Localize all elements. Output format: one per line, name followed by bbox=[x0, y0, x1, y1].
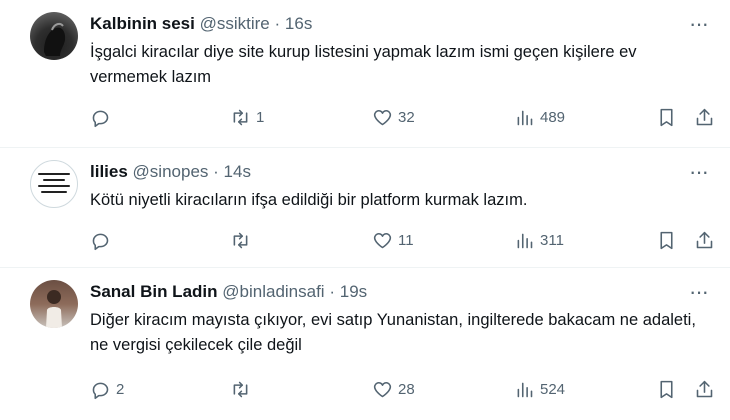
heart-icon bbox=[373, 381, 392, 397]
more-icon[interactable]: ··· bbox=[689, 13, 709, 35]
timestamp[interactable]: 19s bbox=[340, 282, 367, 301]
views-icon bbox=[517, 110, 533, 125]
avatar[interactable] bbox=[30, 12, 78, 60]
share-button[interactable] bbox=[694, 106, 715, 128]
share-button[interactable] bbox=[694, 229, 715, 251]
action-bar: 2 28 524 bbox=[90, 378, 720, 400]
tweet-text: Kötü niyetli kiracıların ifşa edildiği b… bbox=[90, 191, 528, 209]
separator-dot: · bbox=[274, 14, 281, 33]
bookmark-icon bbox=[660, 231, 673, 249]
share-icon bbox=[696, 231, 713, 248]
view-count: 311 bbox=[540, 231, 564, 249]
user-handle[interactable]: @sinopes bbox=[133, 162, 209, 181]
separator-dot: · bbox=[329, 282, 335, 301]
tweet[interactable]: lilies @sinopes · 14s ··· Kötü niyetli k… bbox=[0, 148, 730, 268]
display-name[interactable]: lilies bbox=[90, 162, 128, 181]
reply-count: 2 bbox=[116, 380, 125, 398]
avatar-text-line bbox=[41, 191, 67, 193]
display-name[interactable]: Sanal Bin Ladin bbox=[90, 282, 218, 301]
retweet-icon bbox=[233, 381, 248, 397]
timestamp[interactable]: 14s bbox=[224, 162, 251, 181]
like-count: 11 bbox=[398, 231, 414, 249]
tweet-text: Diğer kiracım mayısta çıkıyor, evi satıp… bbox=[90, 311, 696, 354]
share-button[interactable] bbox=[694, 378, 715, 400]
reply-button[interactable] bbox=[90, 106, 116, 128]
avatar-text-line bbox=[43, 179, 65, 181]
retweet-icon bbox=[233, 109, 248, 125]
bookmark-button[interactable] bbox=[656, 106, 677, 128]
heart-icon bbox=[373, 109, 392, 125]
tweet-header: lilies @sinopes · 14s bbox=[90, 162, 251, 182]
bookmark-icon bbox=[660, 380, 673, 398]
avatar-text-line bbox=[38, 185, 70, 187]
avatar-text-line bbox=[38, 173, 70, 175]
views-button[interactable]: 311 bbox=[514, 229, 564, 251]
tweet[interactable]: Kalbinin sesi @ssiktire · 16s ··· İşgalc… bbox=[0, 0, 730, 148]
action-bar: 11 311 bbox=[90, 229, 720, 251]
avatar[interactable] bbox=[30, 280, 78, 328]
bookmark-button[interactable] bbox=[656, 229, 677, 251]
user-handle[interactable]: @binladinsafi bbox=[222, 282, 324, 301]
tweet-header: Sanal Bin Ladin @binladinsafi · 19s bbox=[90, 282, 367, 302]
tweet[interactable]: Sanal Bin Ladin @binladinsafi · 19s ··· … bbox=[0, 268, 730, 420]
reply-button[interactable]: 2 bbox=[90, 378, 124, 400]
retweet-button[interactable] bbox=[230, 229, 256, 251]
views-button[interactable]: 524 bbox=[514, 378, 565, 400]
avatar-image bbox=[46, 290, 62, 328]
heart-icon bbox=[373, 232, 392, 248]
view-count: 524 bbox=[540, 380, 566, 398]
like-button[interactable]: 11 bbox=[372, 229, 414, 251]
tweet-text: İşgalci kiracılar diye site kurup listes… bbox=[90, 43, 637, 86]
reply-button[interactable] bbox=[90, 229, 116, 251]
like-count: 32 bbox=[398, 108, 415, 126]
bookmark-button[interactable] bbox=[656, 378, 677, 400]
view-count: 489 bbox=[540, 108, 566, 126]
avatar-image bbox=[44, 22, 66, 56]
retweet-count: 1 bbox=[256, 108, 265, 126]
retweet-icon bbox=[233, 232, 248, 248]
avatar[interactable] bbox=[30, 160, 78, 208]
more-icon[interactable]: ··· bbox=[689, 161, 709, 183]
timestamp[interactable]: 16s bbox=[285, 14, 312, 33]
user-handle[interactable]: @ssiktire bbox=[200, 14, 270, 33]
display-name[interactable]: Kalbinin sesi bbox=[90, 14, 195, 33]
bookmark-icon bbox=[660, 108, 673, 126]
tweet-header: Kalbinin sesi @ssiktire · 16s bbox=[90, 14, 312, 34]
retweet-button[interactable]: 1 bbox=[230, 106, 264, 128]
views-icon bbox=[517, 233, 533, 248]
more-icon[interactable]: ··· bbox=[689, 281, 709, 303]
reply-icon bbox=[92, 382, 109, 399]
reply-icon bbox=[92, 233, 109, 250]
share-icon bbox=[696, 380, 713, 397]
views-button[interactable]: 489 bbox=[514, 106, 565, 128]
action-bar: 1 32 489 bbox=[90, 106, 720, 128]
like-button[interactable]: 32 bbox=[372, 106, 415, 128]
share-icon bbox=[696, 108, 713, 125]
views-icon bbox=[517, 382, 533, 397]
reply-icon bbox=[92, 110, 109, 127]
separator-dot: · bbox=[213, 162, 219, 181]
like-count: 28 bbox=[398, 380, 415, 398]
retweet-button[interactable] bbox=[230, 378, 256, 400]
like-button[interactable]: 28 bbox=[372, 378, 415, 400]
